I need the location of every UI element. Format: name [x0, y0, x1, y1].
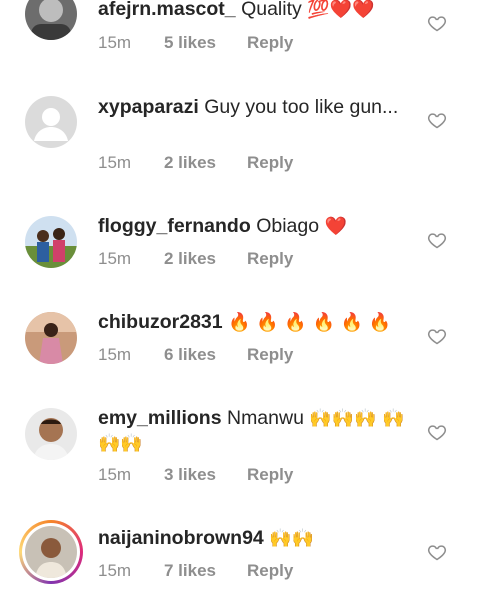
avatar-story-ring[interactable]: [19, 520, 83, 584]
comment-emoji: ❤️: [324, 216, 347, 237]
heart-icon[interactable]: [427, 542, 447, 562]
avatar[interactable]: [25, 312, 77, 364]
heart-icon[interactable]: [427, 110, 447, 130]
likes-count[interactable]: 6 likes: [164, 345, 247, 365]
comment-body: floggy_fernando Obiago ❤️: [98, 214, 408, 239]
timestamp: 15m: [98, 345, 132, 364]
avatar[interactable]: [25, 216, 77, 268]
timestamp: 15m: [98, 153, 132, 172]
reply-button[interactable]: Reply: [247, 561, 293, 581]
comment-meta: 15m 7 likes Reply: [98, 561, 293, 581]
reply-button[interactable]: Reply: [247, 249, 293, 269]
comment-emoji: 💯❤️❤️: [307, 0, 375, 20]
reply-button[interactable]: Reply: [247, 345, 293, 365]
comment-text: Nmanwu: [226, 407, 304, 429]
username[interactable]: naijaninobrown94: [98, 527, 264, 549]
comment-text: Obiago: [256, 215, 320, 237]
comment-emoji: 🙌🙌: [269, 528, 315, 549]
comment-body: naijaninobrown94 🙌🙌: [98, 526, 408, 551]
avatar[interactable]: [25, 408, 77, 460]
comment-meta: 15m 2 likes Reply: [98, 153, 293, 173]
heart-icon[interactable]: [427, 326, 447, 346]
timestamp: 15m: [98, 33, 132, 52]
reply-button[interactable]: Reply: [247, 153, 293, 173]
heart-icon[interactable]: [427, 230, 447, 250]
username[interactable]: chibuzor2831: [98, 311, 223, 333]
likes-count[interactable]: 2 likes: [164, 249, 247, 269]
comment-text: Quality: [241, 0, 302, 20]
comment-body: xypaparazi Guy you too like gun...: [98, 95, 408, 119]
comment-meta: 15m 6 likes Reply: [98, 345, 293, 365]
comment-emoji: 🔥 🔥 🔥 🔥 🔥 🔥: [228, 312, 392, 333]
comment-body: afejrn.mascot_ Quality 💯❤️❤️: [98, 0, 408, 22]
username[interactable]: xypaparazi: [98, 96, 199, 118]
comment-body: emy_millions Nmanwu 🙌🙌🙌 🙌🙌🙌: [98, 406, 408, 456]
heart-icon[interactable]: [427, 422, 447, 442]
comment-body: chibuzor2831 🔥 🔥 🔥 🔥 🔥 🔥: [98, 310, 408, 335]
timestamp: 15m: [98, 249, 132, 268]
heart-icon[interactable]: [427, 13, 447, 33]
reply-button[interactable]: Reply: [247, 33, 293, 53]
reply-button[interactable]: Reply: [247, 465, 293, 485]
likes-count[interactable]: 7 likes: [164, 561, 247, 581]
avatar[interactable]: [25, 96, 77, 148]
comment-meta: 15m 5 likes Reply: [98, 33, 293, 53]
username[interactable]: emy_millions: [98, 407, 222, 429]
timestamp: 15m: [98, 561, 132, 580]
likes-count[interactable]: 3 likes: [164, 465, 247, 485]
username[interactable]: afejrn.mascot_: [98, 0, 236, 20]
username[interactable]: floggy_fernando: [98, 215, 251, 237]
avatar[interactable]: [25, 0, 77, 40]
comment-meta: 15m 2 likes Reply: [98, 249, 293, 269]
likes-count[interactable]: 2 likes: [164, 153, 247, 173]
comment-text: Guy you too like gun...: [204, 96, 399, 118]
comment-meta: 15m 3 likes Reply: [98, 465, 293, 485]
timestamp: 15m: [98, 465, 132, 484]
likes-count[interactable]: 5 likes: [164, 33, 247, 53]
